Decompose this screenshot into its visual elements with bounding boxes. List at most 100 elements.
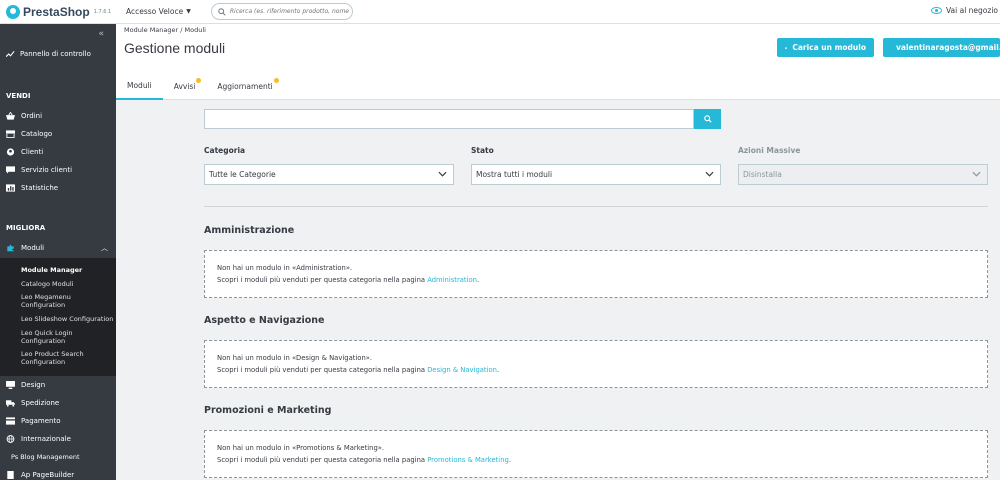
user-circle-icon xyxy=(6,148,15,156)
category-link-administration[interactable]: Administration xyxy=(427,276,477,284)
discover-text: Scopri i moduli più venduti per questa c… xyxy=(217,276,428,284)
upload-module-button[interactable]: Carica un modulo xyxy=(777,38,874,57)
sidebar-item-label: Ap PageBuilder xyxy=(21,471,75,479)
tab-aggiornamenti[interactable]: Aggiornamenti xyxy=(206,73,283,100)
category-link-design-navigation[interactable]: Design & Navigation xyxy=(427,366,497,374)
sidebar-item-pagamento[interactable]: Pagamento xyxy=(6,417,61,425)
sidebar-item-label: Servizio clienti xyxy=(21,166,73,174)
sidebar-item-spedizione[interactable]: Spedizione xyxy=(6,399,59,407)
sidebar-item-statistiche[interactable]: Statistiche xyxy=(6,184,58,192)
sidebar-item-internazionale[interactable]: Internazionale xyxy=(6,435,71,443)
sidebar-item-catalogo[interactable]: Catalogo xyxy=(6,130,52,138)
sidebar-item-label: Pannello di controllo xyxy=(20,50,91,58)
quick-access-menu[interactable]: Accesso Veloce ▼ xyxy=(126,7,191,16)
store-icon xyxy=(6,130,15,138)
discover-text: Scopri i moduli più venduti per questa c… xyxy=(217,366,428,374)
chat-icon xyxy=(6,166,15,174)
puffin-logo-icon xyxy=(6,4,20,19)
submenu-leo-quick-login[interactable]: Leo Quick Login Configuration xyxy=(21,329,101,345)
sidebar-item-ap-pagebuilder[interactable]: Ap PageBuilder xyxy=(6,471,74,479)
basket-icon xyxy=(6,112,15,120)
sidebar-item-label: Design xyxy=(21,381,46,389)
globe-icon xyxy=(6,435,15,443)
tab-avvisi[interactable]: Avvisi xyxy=(163,73,207,100)
status-filter-label: Stato xyxy=(471,146,494,155)
empty-category-box: Non hai un modulo in «Design & Navigatio… xyxy=(204,340,988,388)
sidebar-item-dashboard[interactable]: Pannello di controllo xyxy=(6,50,91,58)
notification-badge xyxy=(273,78,279,83)
sidebar-item-moduli[interactable]: Moduli ︿ xyxy=(0,238,116,258)
sidebar-item-label: Internazionale xyxy=(21,435,71,443)
tab-label: Avvisi xyxy=(173,82,196,91)
section-title-migliora: MIGLIORA xyxy=(6,224,46,232)
document-icon xyxy=(7,471,14,479)
page-title: Gestione moduli xyxy=(124,40,226,56)
category-title-aspetto-navigazione: Aspetto e Navigazione xyxy=(204,315,325,326)
chevron-up-icon: ︿ xyxy=(101,244,108,252)
sidebar-item-label: Spedizione xyxy=(21,399,60,407)
sidebar: « Pannello di controllo VENDI Ordini Cat… xyxy=(0,24,116,480)
sidebar-item-ps-blog[interactable]: Ps Blog Management xyxy=(11,453,80,461)
sidebar-item-label: Statistiche xyxy=(21,184,59,192)
top-search xyxy=(210,3,353,20)
caret-down-icon: ▼ xyxy=(186,8,191,15)
submenu-leo-megamenu[interactable]: Leo Megamenu Configuration xyxy=(21,293,111,309)
breadcrumb: Module Manager / Moduli xyxy=(124,26,206,34)
bulk-actions-label: Azioni Massive xyxy=(738,146,801,155)
submenu-leo-slideshow[interactable]: Leo Slideshow Configuration xyxy=(21,315,116,323)
view-shop-link[interactable]: Vai al negozio xyxy=(930,6,998,15)
monitor-icon xyxy=(6,381,15,389)
status-select[interactable]: Mostra tutti i moduli xyxy=(471,164,721,185)
category-select-value: Tutte le Categorie xyxy=(209,170,276,179)
eye-icon xyxy=(930,7,942,14)
sidebar-item-label: Pagamento xyxy=(21,417,61,425)
module-tabs: Moduli Avvisi Aggiornamenti xyxy=(116,73,284,100)
sidebar-item-label: Ordini xyxy=(21,112,43,120)
search-icon xyxy=(703,115,712,123)
search-icon xyxy=(218,7,226,16)
section-title-vendi: VENDI xyxy=(6,92,31,100)
credit-card-icon xyxy=(6,417,15,425)
brand-version: 1.7.6.1 xyxy=(93,8,112,15)
account-email-label: valentinaragosta@gmail.com xyxy=(896,43,1000,52)
discover-text: Scopri i moduli più venduti per questa c… xyxy=(217,456,428,464)
sidebar-item-label: Catalogo xyxy=(21,130,53,138)
bulk-actions-value: Disinstalla xyxy=(743,170,782,179)
empty-category-box: Non hai un modulo in «Promotions & Marke… xyxy=(204,430,988,478)
submenu-catalogo-moduli[interactable]: Catalogo Moduli xyxy=(21,280,73,288)
category-title-amministrazione: Amministrazione xyxy=(204,225,295,236)
empty-message: Non hai un modulo in «Promotions & Marke… xyxy=(217,444,385,452)
trending-up-icon xyxy=(6,50,15,58)
puzzle-icon xyxy=(7,244,14,252)
sidebar-item-design[interactable]: Design xyxy=(6,381,45,389)
submenu-module-manager[interactable]: Module Manager xyxy=(21,266,82,274)
filters-divider xyxy=(204,206,988,207)
sidebar-item-label: Moduli xyxy=(21,244,45,252)
category-select[interactable]: Tutte le Categorie xyxy=(204,164,454,185)
brand-name: PrestaShop xyxy=(23,4,90,19)
module-search-input[interactable] xyxy=(204,109,694,129)
empty-category-box: Non hai un modulo in «Administration». S… xyxy=(204,250,988,298)
search-button[interactable] xyxy=(694,109,721,129)
submenu-leo-product-search[interactable]: Leo Product Search Configuration xyxy=(21,350,111,366)
sidebar-item-ordini[interactable]: Ordini xyxy=(6,112,42,120)
prestashop-logo[interactable]: PrestaShop 1.7.6.1 xyxy=(0,4,116,19)
sidebar-item-clienti[interactable]: Clienti xyxy=(6,148,43,156)
empty-message: Non hai un modulo in «Design & Navigatio… xyxy=(217,354,373,362)
cloud-upload-icon xyxy=(785,46,788,49)
chevron-down-icon xyxy=(438,171,447,177)
empty-message: Non hai un modulo in «Administration». xyxy=(217,264,353,272)
tab-moduli[interactable]: Moduli xyxy=(116,73,163,100)
category-filter-label: Categoria xyxy=(204,146,246,155)
bulk-actions-select: Disinstalla xyxy=(738,164,988,185)
top-bar: PrestaShop 1.7.6.1 Accesso Veloce ▼ Vai … xyxy=(0,0,1000,24)
account-button[interactable]: valentinaragosta@gmail.com xyxy=(883,38,1000,57)
tab-label: Moduli xyxy=(127,81,152,90)
top-search-input[interactable] xyxy=(229,8,350,15)
chevron-down-icon xyxy=(705,171,714,177)
category-link-promotions-marketing[interactable]: Promotions & Marketing xyxy=(427,456,509,464)
collapse-sidebar-icon[interactable]: « xyxy=(98,29,104,39)
chevron-down-icon xyxy=(972,171,981,177)
sidebar-item-servizio-clienti[interactable]: Servizio clienti xyxy=(6,166,72,174)
main-content: Categoria Stato Azioni Massive Tutte le … xyxy=(116,100,1000,480)
